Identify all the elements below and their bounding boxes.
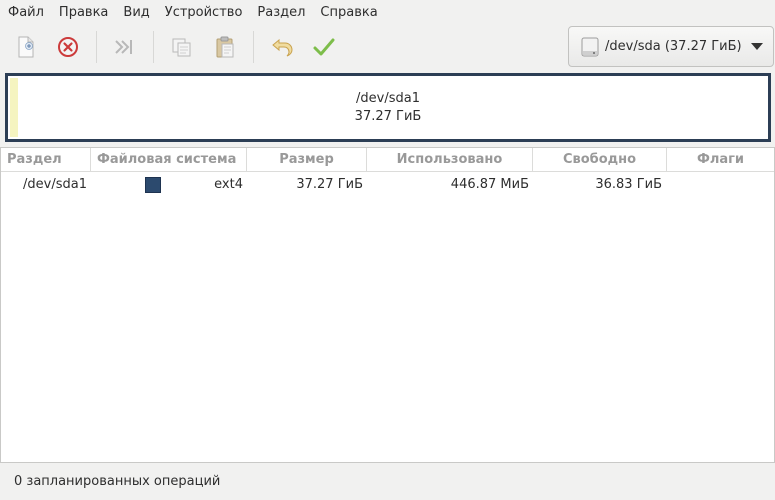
- cell-partition: /dev/sda1: [23, 177, 87, 192]
- toolbar: /dev/sda (37.27 ГиБ): [0, 25, 775, 70]
- resize-arrow-icon: [115, 40, 132, 54]
- new-partition-button[interactable]: [8, 29, 44, 65]
- partition-table: Раздел Файловая система Размер Использов…: [0, 147, 775, 463]
- resize-move-button[interactable]: [106, 29, 142, 65]
- menu-edit[interactable]: Правка: [53, 0, 114, 25]
- unallocated-sliver: [10, 78, 18, 137]
- toolbar-separator: [153, 31, 154, 63]
- cell-filesystem: ext4: [214, 177, 243, 192]
- paste-button[interactable]: [207, 29, 243, 65]
- status-bar: 0 запланированных операций: [0, 463, 775, 500]
- table-header: Раздел Файловая система Размер Использов…: [1, 148, 774, 172]
- copy-icon: [172, 38, 191, 57]
- hard-drive-icon: [581, 37, 599, 56]
- partition-map-size: 37.27 ГиБ: [354, 109, 422, 124]
- menu-device[interactable]: Устройство: [159, 0, 249, 25]
- checkmark-icon: [313, 38, 335, 56]
- cell-used: 446.87 МиБ: [450, 177, 529, 192]
- cell-flags: [671, 174, 771, 196]
- apply-button[interactable]: [306, 29, 342, 65]
- delete-partition-button[interactable]: [50, 29, 86, 65]
- column-flags[interactable]: Флаги: [667, 148, 774, 172]
- menu-view[interactable]: Вид: [117, 0, 155, 25]
- column-partition[interactable]: Раздел: [1, 148, 91, 172]
- new-document-icon: [18, 36, 34, 58]
- column-size[interactable]: Размер: [247, 148, 367, 172]
- column-used[interactable]: Использовано: [367, 148, 533, 172]
- menu-partition[interactable]: Раздел: [251, 0, 311, 25]
- device-selector-label: /dev/sda (37.27 ГиБ): [605, 39, 742, 54]
- paste-icon: [216, 36, 234, 58]
- partition-map-name: /dev/sda1: [356, 91, 420, 106]
- filesystem-color-swatch: [145, 177, 161, 193]
- delete-circle-icon: [58, 37, 78, 57]
- cell-size: 37.27 ГиБ: [296, 177, 363, 192]
- column-free[interactable]: Свободно: [533, 148, 667, 172]
- menu-file[interactable]: Файл: [2, 0, 50, 25]
- column-filesystem[interactable]: Файловая система: [91, 148, 247, 172]
- menu-bar: Файл Правка Вид Устройство Раздел Справк…: [0, 0, 775, 25]
- undo-button[interactable]: [264, 29, 300, 65]
- chevron-down-icon: [751, 43, 763, 50]
- toolbar-separator: [253, 31, 254, 63]
- menu-help[interactable]: Справка: [314, 0, 383, 25]
- toolbar-separator: [96, 31, 97, 63]
- copy-button[interactable]: [163, 29, 199, 65]
- device-selector[interactable]: /dev/sda (37.27 ГиБ): [568, 26, 774, 67]
- cell-free: 36.83 ГиБ: [595, 177, 662, 192]
- partition-map[interactable]: /dev/sda1 37.27 ГиБ: [5, 73, 771, 142]
- undo-icon: [272, 38, 293, 57]
- table-row[interactable]: /dev/sda1 ext4 37.27 ГиБ 446.87 МиБ 36.8…: [1, 174, 774, 196]
